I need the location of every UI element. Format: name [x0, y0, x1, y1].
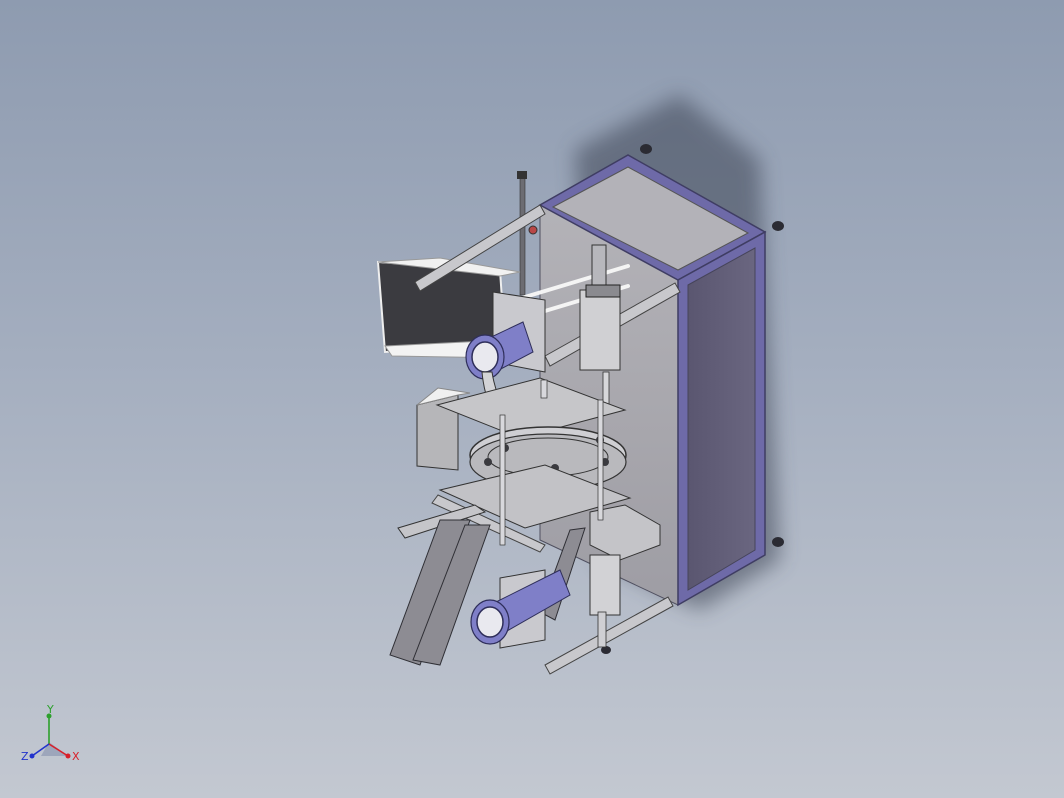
y-axis-label: Y [46, 703, 54, 716]
z-axis-label: Z [21, 750, 29, 763]
lower-chute [389, 519, 491, 666]
vertical-rod [519, 174, 526, 296]
orientation-triad: Y X Z [21, 703, 80, 763]
cad-model[interactable] [0, 0, 1064, 798]
indicator-light [528, 225, 538, 235]
rod-cap [517, 171, 527, 179]
graphics-viewport[interactable]: Y X Z [0, 0, 1064, 798]
cabinet-side-inner [687, 247, 756, 591]
x-axis-label: X [72, 750, 80, 763]
